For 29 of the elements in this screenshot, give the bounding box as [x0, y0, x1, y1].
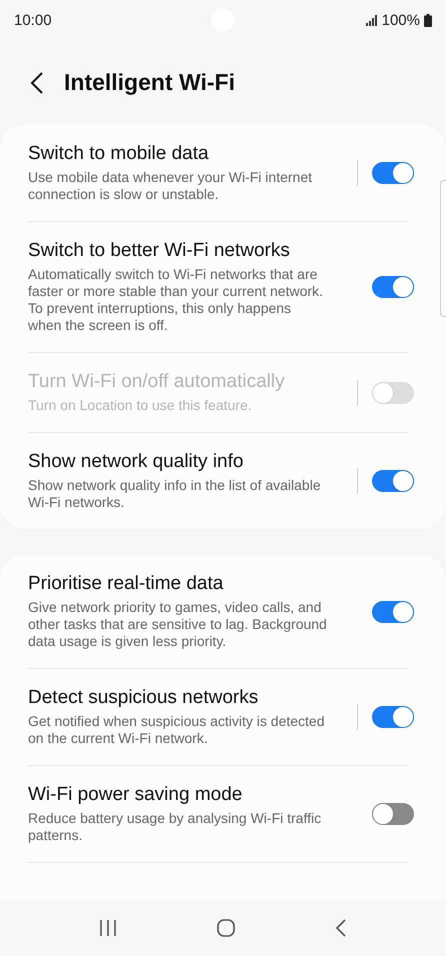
setting-title: Switch to mobile data — [28, 143, 210, 165]
battery-icon — [424, 14, 432, 26]
back-icon — [30, 70, 44, 94]
setting-description: Use mobile data whenever your Wi-Fi internet connection is slow or unstable. — [28, 169, 314, 203]
setting-title: Switch to better Wi-Fi networks — [28, 240, 291, 262]
toggle-switch[interactable] — [372, 162, 414, 184]
setting-title: Prioritise real-time data — [28, 573, 224, 595]
setting-title: Show network quality info — [28, 451, 244, 473]
setting-title: Detect suspicious networks — [28, 687, 260, 709]
toggle-switch[interactable] — [372, 803, 414, 825]
toggle-switch[interactable] — [372, 706, 414, 728]
setting-description: Give network priority to games, video calls, and other tasks that are sensitive to lag. Background data usage is given less priority. — [28, 599, 328, 650]
setting-description: Get notified when suspicious activity is detected on the current Wi-Fi network. — [28, 713, 326, 747]
setting-title: Turn Wi-Fi on/off automatically — [28, 371, 286, 393]
back-icon — [334, 918, 347, 938]
setting-title: Wi-Fi power saving mode — [28, 784, 244, 806]
toggle-switch[interactable] — [372, 600, 414, 622]
toggle-switch[interactable] — [372, 470, 414, 492]
home-icon — [216, 918, 236, 938]
setting-description: Turn on Location to use this feature. — [28, 397, 253, 414]
page-title: Intelligent Wi-Fi — [64, 69, 235, 96]
setting-description: Automatically switch to Wi-Fi networks that are faster or more stable than your current network. To prevent interruptions, this only happens when the screen is off. — [28, 266, 324, 334]
recent-apps-icon — [99, 919, 118, 937]
status-time: 10:00 — [14, 12, 52, 28]
setting-description: Reduce battery usage by analysing Wi-Fi traffic patterns. — [28, 810, 322, 844]
signal-icon — [366, 14, 378, 26]
setting-description: Show network quality info in the list of available Wi-Fi networks. — [28, 477, 322, 511]
toggle-switch[interactable] — [372, 276, 414, 298]
battery-level: 100% — [382, 12, 420, 28]
